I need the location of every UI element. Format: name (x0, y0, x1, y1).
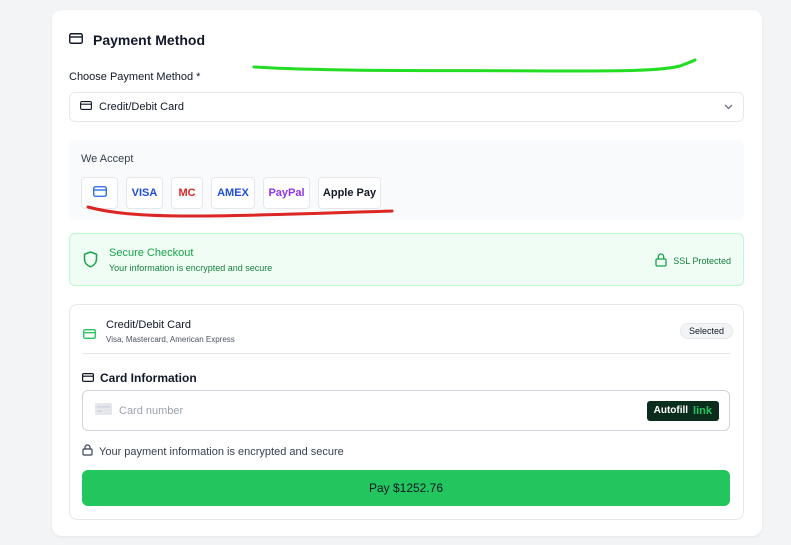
page-title: Payment Method (93, 32, 206, 48)
autofill-label: Autofill (653, 405, 689, 416)
chevron-down-icon (724, 101, 733, 113)
encryption-note-text: Your payment information is encrypted an… (99, 445, 344, 458)
selected-badge: Selected (679, 323, 733, 339)
link-logo: link (693, 404, 712, 417)
credit-card-icon (83, 326, 96, 344)
payment-method-select[interactable]: Credit/Debit Card (69, 92, 744, 122)
pay-button[interactable]: Pay $1252.76 (82, 470, 730, 506)
payment-method-header: Payment Method (69, 31, 205, 49)
amex-badge: AMEX (211, 177, 255, 209)
paypal-badge: PayPal (263, 177, 310, 209)
accepted-methods-box: We Accept VISA MC AMEX PayPal Apple Pay (69, 140, 744, 220)
ssl-label: SSL Protected (673, 256, 731, 266)
card-payment-section: Credit/Debit Card Visa, Mastercard, Amer… (69, 304, 744, 520)
apple-pay-badge: Apple Pay (318, 177, 381, 209)
autofill-link-button[interactable]: Autofill link (646, 400, 719, 421)
lock-icon (655, 253, 667, 269)
we-accept-label: We Accept (81, 153, 134, 165)
secure-checkout-subtitle: Your information is encrypted and secure (109, 263, 273, 273)
select-value: Credit/Debit Card (99, 101, 184, 113)
credit-card-icon (69, 31, 83, 49)
card-placeholder-icon (95, 402, 112, 420)
credit-card-icon (92, 186, 107, 200)
payment-panel: Payment Method Choose Payment Method * C… (52, 10, 762, 536)
encryption-note: Your payment information is encrypted an… (82, 444, 344, 459)
secure-checkout-banner: Secure Checkout Your information is encr… (69, 233, 744, 286)
mastercard-badge: MC (171, 177, 203, 209)
ssl-protected: SSL Protected (655, 253, 731, 269)
accepted-badges: VISA MC AMEX PayPal Apple Pay (81, 177, 381, 209)
lock-icon (82, 444, 93, 459)
credit-card-icon (82, 369, 95, 387)
card-information-header: Card Information (82, 369, 197, 387)
divider (82, 353, 731, 354)
credit-card-icon (80, 101, 92, 113)
card-number-input[interactable]: Card number Autofill link (82, 390, 730, 431)
card-information-title: Card Information (100, 371, 197, 385)
card-number-placeholder: Card number (119, 404, 184, 417)
visa-badge: VISA (126, 177, 163, 209)
secure-checkout-title: Secure Checkout (109, 247, 194, 259)
card-option-title: Credit/Debit Card (106, 319, 191, 331)
choose-payment-label: Choose Payment Method * (69, 71, 201, 83)
card-badge (81, 177, 118, 209)
shield-icon (83, 251, 98, 273)
card-option-subtitle: Visa, Mastercard, American Express (106, 335, 235, 344)
